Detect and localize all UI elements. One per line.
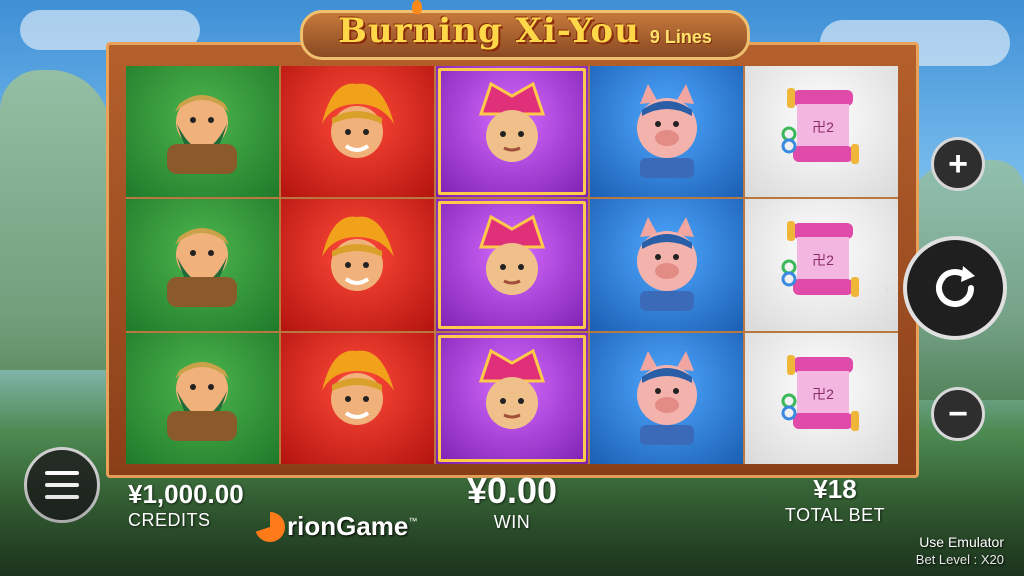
reel-cell-monk	[435, 332, 589, 464]
pig-symbol-icon	[612, 207, 722, 322]
monk-symbol-icon	[457, 74, 567, 189]
credits-label: CREDITS	[128, 510, 211, 530]
reel-cell-scroll: 卍2	[745, 66, 898, 198]
win-display: ¥0.00 WIN	[450, 470, 574, 533]
reel-cell-monkey	[280, 66, 434, 198]
spin-button[interactable]	[903, 236, 1007, 340]
warrior-symbol-icon	[147, 341, 257, 456]
bet-level-label: Bet Level	[915, 552, 970, 567]
scroll-symbol-icon: 卍2	[767, 207, 877, 322]
reel-cell-scroll: 卍2	[745, 332, 898, 464]
monkey-symbol-icon	[302, 341, 412, 456]
total-bet-label: TOTAL BET	[784, 505, 886, 525]
reel-grid: 卍2 卍2 卍2	[126, 66, 898, 464]
reel-cell-warrior	[126, 66, 279, 198]
total-bet-display: ¥18 TOTAL BET	[770, 474, 900, 526]
monkey-symbol-icon	[302, 207, 412, 322]
win-label: WIN	[493, 512, 531, 532]
reel-cell-scroll: 卍2	[745, 199, 898, 331]
emulator-label: Use Emulator	[919, 534, 1004, 550]
monk-symbol-icon	[457, 341, 567, 456]
logo-text: rionGame	[287, 511, 409, 541]
pig-symbol-icon	[612, 74, 722, 189]
spin-hint-arrow-icon: ‹	[884, 279, 890, 299]
emulator-info: Use Emulator Bet Level : X20	[916, 533, 1004, 569]
minus-icon: −	[948, 394, 968, 433]
plus-icon: +	[948, 144, 968, 183]
bet-level-value: X20	[980, 552, 1004, 567]
monkey-symbol-icon	[302, 74, 412, 189]
mountain-left	[0, 70, 110, 370]
decrease-bet-button[interactable]: −	[931, 387, 985, 441]
reel-cell-monk	[435, 199, 589, 331]
credits-value: ¥1,000.00	[128, 479, 244, 509]
trademark: ™	[408, 515, 418, 526]
warrior-symbol-icon	[147, 74, 257, 189]
game-title-banner: Burning Xi-You 9 Lines	[290, 2, 760, 60]
reel-cell-pig	[590, 66, 744, 198]
warrior-symbol-icon	[147, 207, 257, 322]
reel-cell-warrior	[126, 332, 279, 464]
svg-text:卍2: 卍2	[812, 386, 834, 402]
svg-text:卍2: 卍2	[812, 119, 834, 135]
arion-game-logo: rionGame ™	[255, 511, 417, 542]
reel-cell-pig	[590, 199, 744, 331]
win-value: ¥0.00	[466, 470, 558, 511]
reel-cell-monkey	[280, 199, 434, 331]
reel-cell-pig	[590, 332, 744, 464]
scroll-symbol-icon: 卍2	[767, 341, 877, 456]
lines-badge: 9 Lines	[649, 26, 712, 47]
scroll-symbol-icon: 卍2	[767, 74, 877, 189]
svg-text:卍2: 卍2	[812, 252, 834, 268]
game-title: Burning Xi-You	[338, 11, 640, 51]
pig-symbol-icon	[612, 341, 722, 456]
credits-display: ¥1,000.00 CREDITS	[128, 479, 268, 531]
bet-level: Bet Level : X20	[915, 552, 1004, 567]
reel-cell-warrior	[126, 199, 279, 331]
reel-cell-monk	[435, 66, 589, 198]
flame-icon	[412, 0, 422, 14]
logo-mark-icon	[255, 511, 285, 542]
reel-cell-monkey	[280, 332, 434, 464]
spin-icon	[936, 266, 975, 307]
total-bet-value: ¥18	[813, 474, 857, 504]
monk-symbol-icon	[457, 207, 567, 322]
increase-bet-button[interactable]: +	[931, 137, 985, 191]
